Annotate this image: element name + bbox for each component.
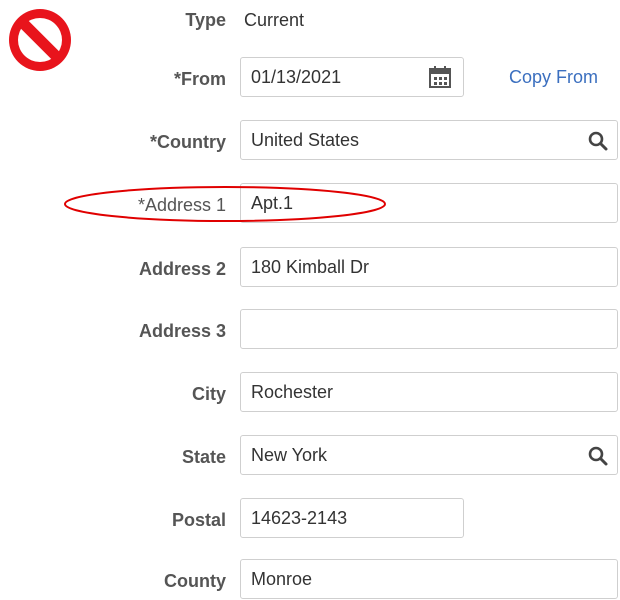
address3-label: Address 3 [138,321,226,341]
calendar-icon[interactable] [427,64,453,90]
city-value: Rochester [251,382,334,402]
address2-label: Address 2 [138,259,226,279]
county-value: Monroe [251,569,313,589]
country-field[interactable]: United States [240,120,618,160]
address-form: Type Current *From 01/13/2021 Copy From … [0,0,620,600]
postal-label: Postal [171,510,226,530]
city-field[interactable]: Rochester [240,372,618,412]
address2-value: 180 Kimball Dr [251,257,370,277]
state-label: State [181,447,226,467]
from-date-value: 01/13/2021 [251,67,342,87]
from-date-field[interactable]: 01/13/2021 [240,57,464,97]
postal-field[interactable]: 14623-2143 [240,498,464,538]
search-icon[interactable] [587,445,609,467]
from-label: *From [173,69,226,89]
type-label: Type [185,10,226,30]
country-label: *Country [150,132,226,152]
prohibited-icon [9,9,71,71]
address2-field[interactable]: 180 Kimball Dr [240,247,618,287]
address3-field[interactable] [240,309,618,349]
annotation-ellipse [64,186,386,222]
state-value: New York [251,445,328,465]
county-field[interactable]: Monroe [240,559,618,599]
state-field[interactable]: New York [240,435,618,475]
country-value: United States [251,130,360,150]
type-value: Current [244,10,305,30]
county-label: County [164,571,226,591]
copy-from-link[interactable]: Copy From [509,66,598,88]
city-label: City [191,384,226,404]
postal-value: 14623-2143 [251,508,348,528]
search-icon[interactable] [587,130,609,152]
